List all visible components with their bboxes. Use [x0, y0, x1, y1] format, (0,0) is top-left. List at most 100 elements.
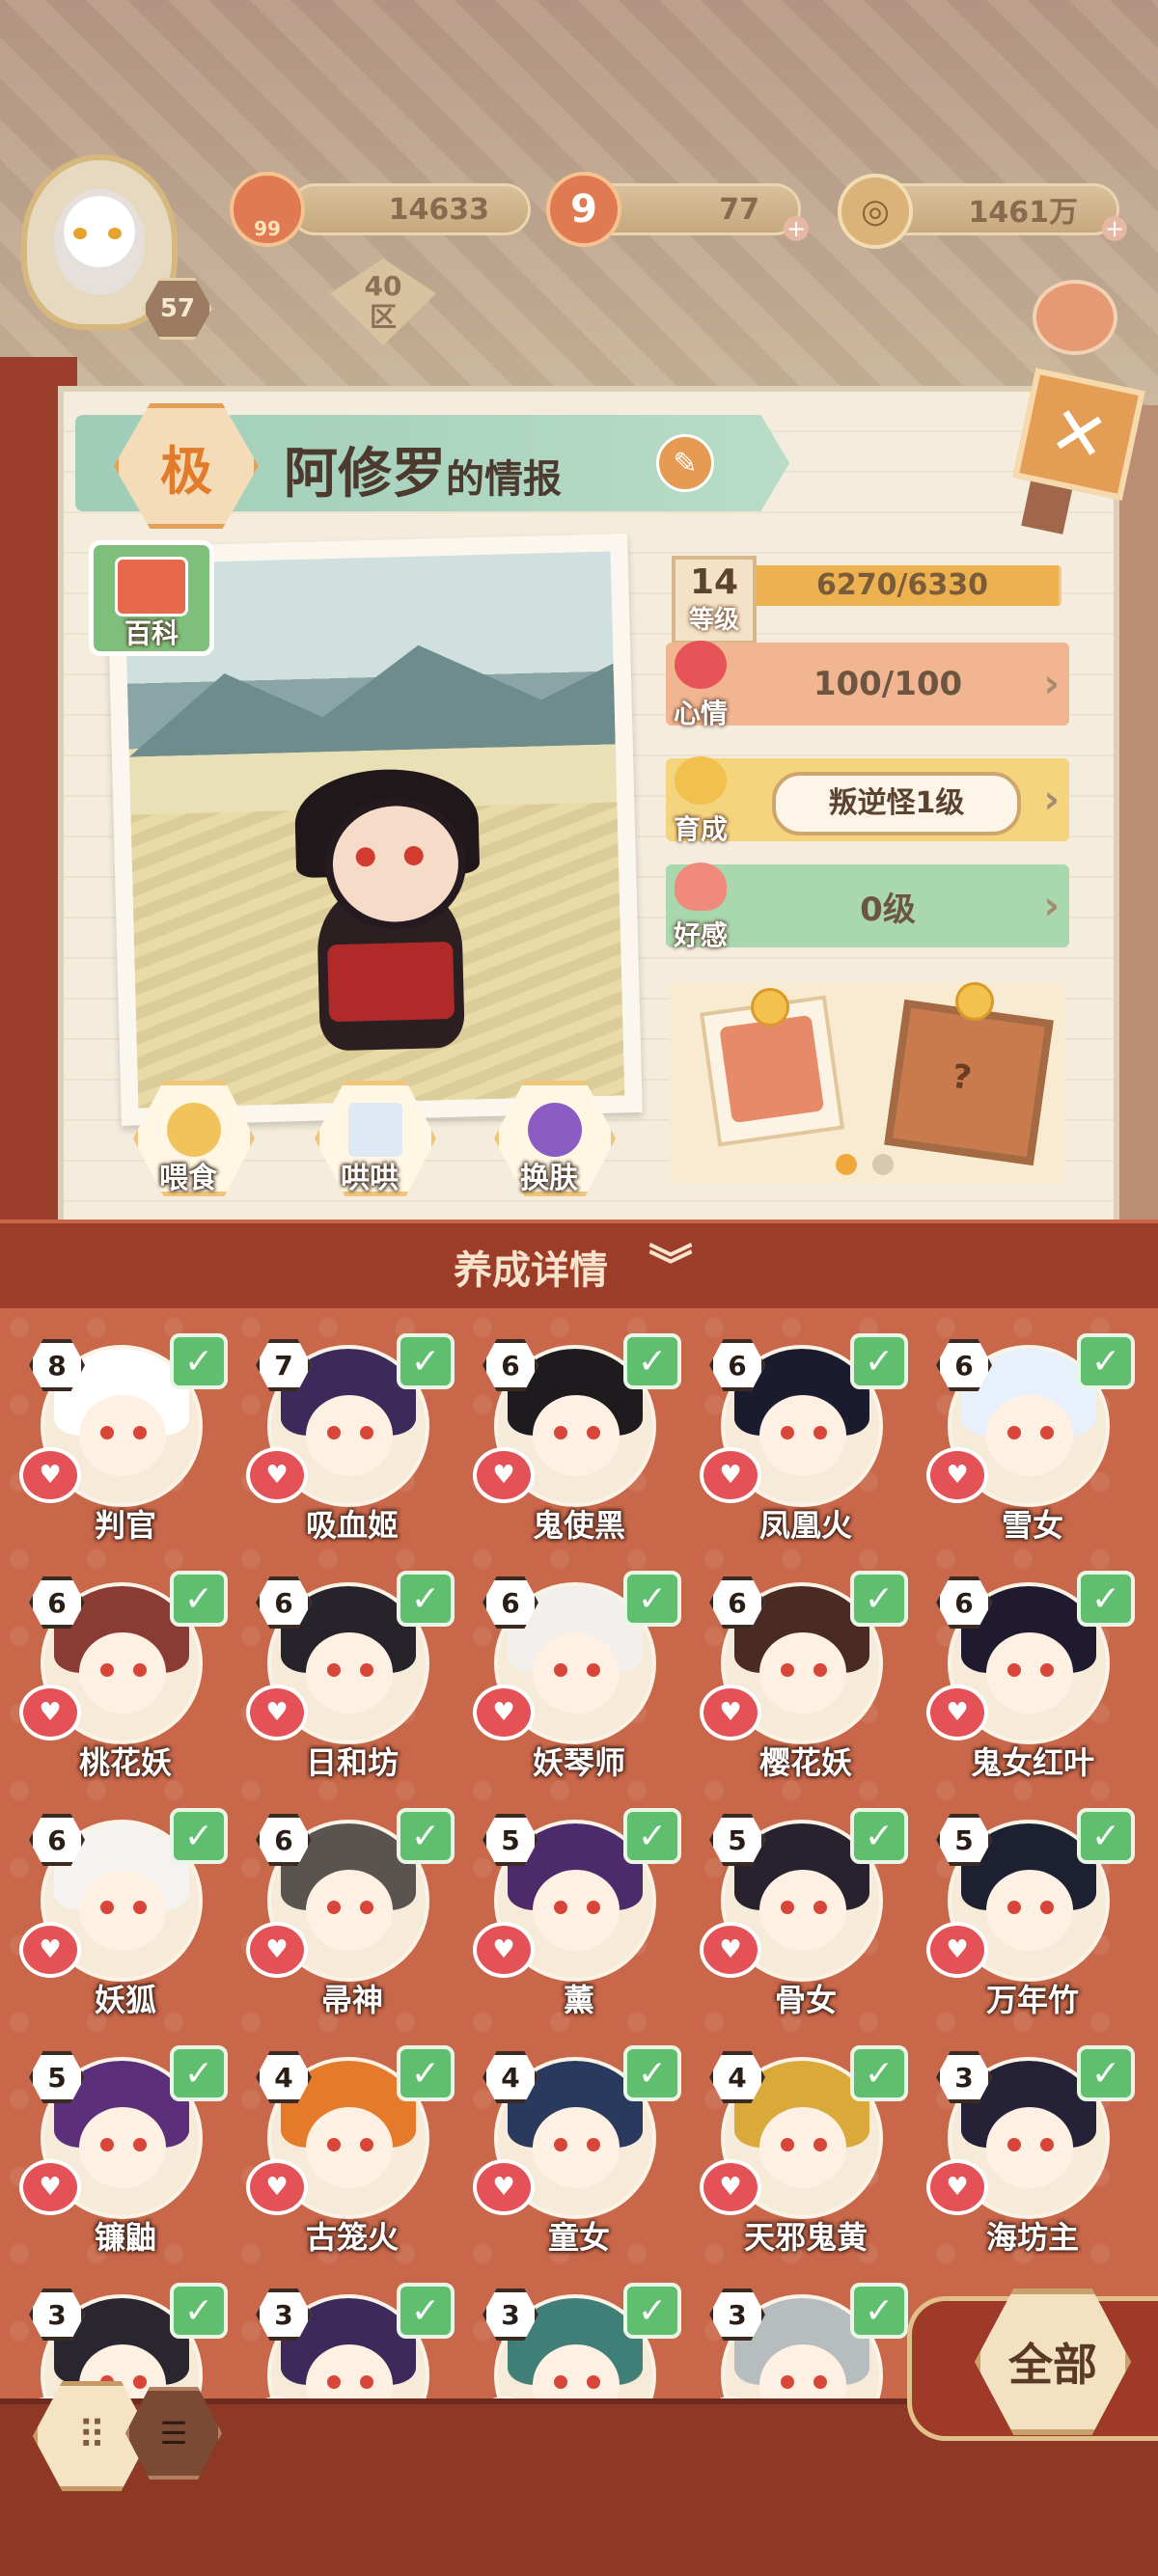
- portrait-eye: [1040, 1901, 1054, 1914]
- title-suffix: 的情报: [446, 457, 562, 502]
- stamina-value: 77: [719, 192, 759, 227]
- mood-row[interactable]: 心情 100/100 ›: [666, 641, 1069, 729]
- heart-icon: ♥: [246, 1922, 308, 1978]
- close-button[interactable]: ✕: [1012, 368, 1145, 501]
- heart-icon: ♥: [473, 1685, 535, 1740]
- checkmark-icon: ✓: [623, 1571, 681, 1627]
- favor-value: 0级: [860, 890, 916, 929]
- roster-card[interactable]: 6 ✓ ♥ 雪女: [926, 1331, 1135, 1563]
- heart-icon: ♥: [700, 1447, 761, 1503]
- portrait-face: [759, 2107, 846, 2188]
- roster-card[interactable]: 3 ✓ ♥ 海坊主: [926, 2043, 1135, 2275]
- locked-gift-card[interactable]: ?: [884, 999, 1054, 1166]
- wiki-book-icon: [115, 557, 188, 617]
- portrait-eye: [360, 2138, 373, 2151]
- feed-label: 喂食: [159, 1162, 217, 1195]
- roster-card[interactable]: 3✓♥: [473, 2281, 681, 2398]
- roster-card[interactable]: 7 ✓ ♥ 吸血姬: [246, 1331, 455, 1563]
- portrait-eye: [360, 1426, 373, 1439]
- heart-icon: ♥: [246, 1447, 308, 1503]
- wiki-button[interactable]: 百科: [89, 540, 214, 656]
- noodle-bowl-icon: [167, 1103, 221, 1157]
- roster-card[interactable]: 6 ✓ ♥ 鬼女红叶: [926, 1569, 1135, 1800]
- roster-card[interactable]: 6 ✓ ♥ 樱花妖: [700, 1569, 908, 1800]
- growth-label: 育成: [673, 813, 728, 845]
- checkmark-icon: ✓: [1077, 1571, 1135, 1627]
- pager-dot[interactable]: [872, 1154, 894, 1175]
- edit-name-button[interactable]: ✎: [656, 434, 714, 492]
- gem-counter: 14633: [290, 183, 531, 235]
- checkmark-icon: ✓: [397, 1571, 455, 1627]
- roster-card[interactable]: 4 ✓ ♥ 天邪鬼黄: [700, 2043, 908, 2275]
- roster-card[interactable]: 6 ✓ ♥ 日和坊: [246, 1569, 455, 1800]
- portrait-eye: [554, 2375, 567, 2389]
- portrait-eye: [587, 2375, 600, 2389]
- roster-card[interactable]: 5 ✓ ♥ 薰: [473, 1806, 681, 2038]
- checkmark-icon: ✓: [850, 2283, 908, 2339]
- avatar-face: [54, 189, 145, 295]
- roster-card[interactable]: 4 ✓ ♥ 古笼火: [246, 2043, 455, 2275]
- roster-card[interactable]: 6 ✓ ♥ 鬼使黑: [473, 1331, 681, 1563]
- portrait-eye: [1007, 1426, 1021, 1439]
- smiley-icon: [675, 756, 727, 805]
- portrait-eye: [587, 1426, 600, 1439]
- checkmark-icon: ✓: [1077, 2045, 1135, 2101]
- checkmark-icon: ✓: [170, 2283, 228, 2339]
- roster-card[interactable]: 6 ✓ ♥ 凤凰火: [700, 1331, 908, 1563]
- heart-icon: [675, 641, 727, 689]
- gem-value: 14633: [388, 192, 489, 227]
- add-coin-button[interactable]: +: [1102, 216, 1127, 241]
- chevron-down-icon: ︾: [648, 1240, 693, 1292]
- roster-card[interactable]: 6 ✓ ♥ 桃花妖: [19, 1569, 228, 1800]
- checkmark-icon: ✓: [623, 1808, 681, 1864]
- portrait-eye: [813, 1426, 827, 1439]
- character-name-label: 桃花妖: [78, 1744, 172, 1781]
- portrait-eye: [587, 2138, 600, 2151]
- character-name-label: 天邪鬼黄: [743, 2219, 868, 2256]
- portrait-face: [533, 1632, 620, 1713]
- character-name-label: 古笼火: [305, 2219, 399, 2256]
- roster-card[interactable]: 3✓♥: [19, 2281, 228, 2398]
- portrait-eye: [327, 1901, 341, 1914]
- portrait-face: [79, 1395, 166, 1476]
- roster-card[interactable]: 5 ✓ ♥ 骨女: [700, 1806, 908, 2038]
- add-stamina-button[interactable]: +: [784, 216, 809, 241]
- roster-card[interactable]: 6 ✓ ♥ 妖琴师: [473, 1569, 681, 1800]
- skin-label: 换肤: [520, 1162, 578, 1195]
- portrait-face: [759, 1870, 846, 1951]
- roster-card[interactable]: 5 ✓ ♥ 万年竹: [926, 1806, 1135, 2038]
- chevron-right-icon: ›: [1043, 884, 1060, 928]
- portrait-face: [306, 1870, 393, 1951]
- avatar-eye: [108, 228, 122, 239]
- portrait-eye: [360, 1901, 373, 1914]
- roster-card[interactable]: 3✓♥: [246, 2281, 455, 2398]
- portrait-face: [759, 1395, 846, 1476]
- portrait-eye: [781, 1426, 794, 1439]
- portrait-eye: [100, 2138, 114, 2151]
- kimono-icon: [528, 1103, 582, 1157]
- portrait-eye: [133, 2138, 147, 2151]
- exp-text: 6270/6330: [816, 568, 988, 602]
- heart-icon: ♥: [19, 2159, 81, 2215]
- portrait-eye: [813, 2138, 827, 2151]
- roster-card[interactable]: 3✓♥: [700, 2281, 908, 2398]
- portrait-eye: [1040, 1426, 1054, 1439]
- portrait-eye: [1007, 1901, 1021, 1914]
- character-name-label: 吸血姬: [305, 1507, 399, 1544]
- roster-card[interactable]: 6 ✓ ♥ 帚神: [246, 1806, 455, 2038]
- character-name-label: 妖狐: [94, 1982, 156, 2018]
- character-name-label: 日和坊: [305, 1744, 399, 1781]
- roster-card[interactable]: 4 ✓ ♥ 童女: [473, 2043, 681, 2275]
- portrait-face: [533, 2107, 620, 2188]
- favor-label: 好感: [673, 919, 728, 951]
- roster-card[interactable]: 8 ✓ ♥ 判官: [19, 1331, 228, 1563]
- portrait-eye: [813, 1901, 827, 1914]
- roster-card[interactable]: 5 ✓ ♥ 镰鼬: [19, 2043, 228, 2275]
- pager-dot-active[interactable]: [836, 1154, 857, 1175]
- level-number: 14: [689, 562, 739, 602]
- roster-card[interactable]: 6 ✓ ♥ 妖狐: [19, 1806, 228, 2038]
- checkmark-icon: ✓: [623, 1333, 681, 1389]
- fish-icon[interactable]: [1033, 280, 1117, 355]
- favor-row[interactable]: 好感 0级 ›: [666, 863, 1069, 951]
- growth-icon-wrap: 育成: [662, 753, 739, 847]
